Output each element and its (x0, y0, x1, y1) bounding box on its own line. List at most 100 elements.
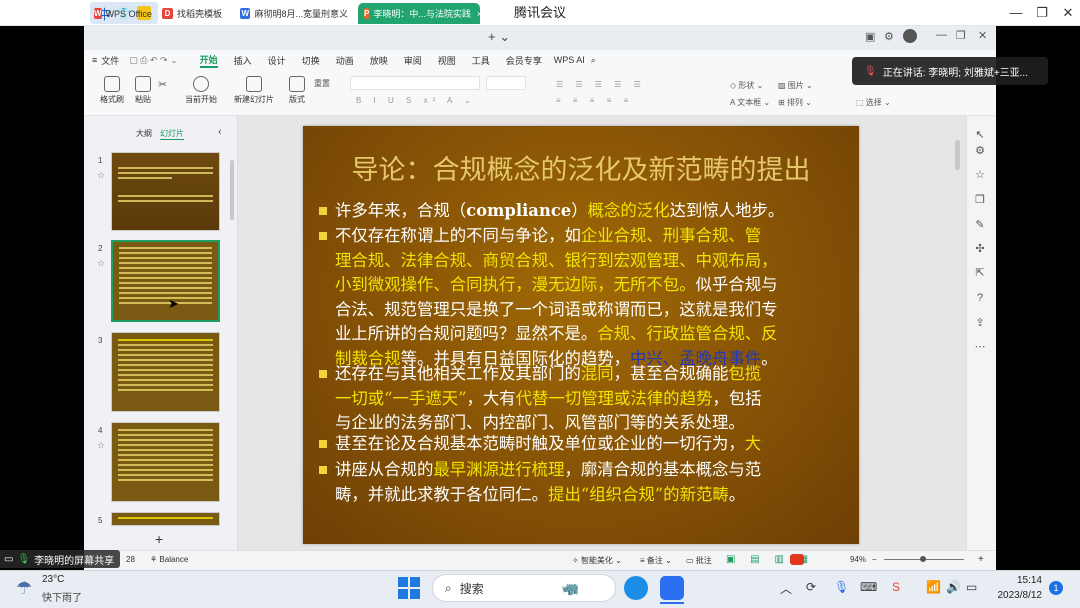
windows-start-icon[interactable] (398, 577, 420, 599)
weather-temp[interactable]: 23°C (42, 574, 64, 585)
menu-design[interactable]: 设计 (268, 54, 286, 67)
screen-icon: ▭ (4, 553, 14, 565)
tab-template[interactable]: D 找稻壳模板 (156, 3, 230, 24)
slide-thumbnail-2-active[interactable] (111, 240, 220, 322)
cursor-tool-icon[interactable]: ↖ (973, 128, 987, 142)
notes-button[interactable]: ≡ 备注 ⌄ (640, 555, 672, 566)
star-icon[interactable]: ☆ (97, 440, 105, 451)
edit-icon[interactable]: ✎ (973, 218, 987, 232)
zoom-level[interactable]: 94% (850, 555, 866, 564)
panel-scrollbar[interactable] (230, 160, 234, 220)
slide-number: 2 (98, 244, 103, 253)
clock-date[interactable]: 2023/8/12 (982, 590, 1043, 601)
zoom-slider-handle[interactable] (920, 556, 926, 562)
slide-thumbnail-5[interactable] (111, 512, 220, 526)
wifi-icon[interactable]: 📶 (926, 580, 941, 594)
new-tab-icon[interactable]: + ⌄ (488, 29, 510, 45)
paragraph-buttons[interactable]: ☰ ☰ ☰ ☰ ☰ (556, 80, 646, 89)
tab-presentation-active[interactable]: P 李晓明：中...与法院实践 × (358, 3, 480, 24)
play-from-current-button[interactable]: 当前开始 (180, 76, 222, 105)
weather-icon[interactable]: ☂ (16, 578, 32, 599)
menu-slideshow[interactable]: 放映 (370, 54, 388, 67)
reset-button[interactable]: 重置 (314, 78, 330, 89)
export-icon[interactable]: ⇱ (973, 266, 987, 280)
font-style-buttons[interactable]: B I U S x² A ⌄ (356, 96, 476, 105)
new-slide-button[interactable]: 新建幻灯片 (232, 76, 276, 105)
sliders-icon[interactable]: ⚙ (973, 144, 987, 158)
tab-outline[interactable]: 大纲 (136, 128, 152, 139)
window-minimize-icon[interactable]: — (936, 29, 947, 41)
theme-name[interactable]: ⚘ Balance (150, 555, 188, 564)
layout-icon[interactable]: ▣ (865, 30, 875, 43)
menu-review[interactable]: 审阅 (404, 54, 422, 67)
tray-wps-icon[interactable]: S (892, 580, 900, 594)
tray-app-icon[interactable]: ⟳ (806, 580, 816, 594)
menu-transition[interactable]: 切换 (302, 54, 320, 67)
taskbar-search[interactable]: ⌕ 搜索 🦏 (432, 574, 616, 602)
arrange-button[interactable]: ⊞ 排列 ⌄ (778, 97, 812, 108)
alignment-buttons[interactable]: ≡ ≡ ≡ ≡ ≡ (556, 96, 633, 105)
weather-desc[interactable]: 快下雨了 (42, 589, 82, 604)
copy-icon[interactable]: ❐ (973, 193, 987, 207)
menu-home[interactable]: 开始 (199, 53, 218, 68)
shape-button[interactable]: ◇ 形状 ⌄ (730, 80, 763, 91)
cut-icon[interactable]: ✂ (158, 78, 167, 91)
tab-word-doc[interactable]: W 麻彻明8月...宽量刑意义 (234, 3, 354, 24)
quick-access-icons[interactable]: ▢ ⎙ ↶ ↷ ⌄ (129, 55, 177, 66)
window-close-icon[interactable]: ✕ (978, 29, 987, 42)
picture-button[interactable]: ▨ 图片 ⌄ (778, 80, 813, 91)
clock-time[interactable]: 15:14 (994, 575, 1042, 586)
tencent-meeting-icon[interactable] (660, 576, 684, 600)
font-name-field[interactable] (350, 76, 480, 90)
add-slide-icon[interactable]: + (155, 531, 163, 547)
tab-slides[interactable]: 幻灯片 (160, 128, 184, 140)
star-icon[interactable]: ☆ (97, 258, 105, 269)
menu-tools[interactable]: 工具 (472, 54, 490, 67)
paste-button[interactable]: 粘贴 (126, 76, 160, 105)
avatar[interactable] (903, 29, 917, 43)
menu-animation[interactable]: 动画 (336, 54, 354, 67)
star-icon[interactable]: ☆ (97, 170, 105, 181)
animation-icon[interactable]: ✣ (973, 242, 987, 256)
close-icon[interactable]: ✕ (1054, 0, 1080, 26)
tray-expand-icon[interactable]: ︿ (780, 580, 792, 597)
menu-file[interactable]: 文件 (101, 54, 119, 67)
collapse-panel-icon[interactable]: ‹ (218, 126, 222, 138)
comments-button[interactable]: ▭ 批注 (686, 555, 712, 566)
star-tool-icon[interactable]: ☆ (973, 168, 987, 182)
slide-thumbnail-3[interactable] (111, 332, 220, 412)
tray-mic-icon[interactable]: 🎙 (834, 580, 849, 594)
zoom-in-icon[interactable]: + (978, 554, 984, 565)
zoom-out-icon[interactable]: − (872, 555, 877, 564)
menu-view[interactable]: 视图 (438, 54, 456, 67)
help-icon[interactable]: ? (973, 291, 987, 305)
slide-thumbnail-1[interactable] (111, 152, 220, 231)
play-slideshow-button[interactable] (790, 554, 804, 565)
search-icon[interactable]: ⌕ (591, 55, 596, 66)
window-restore-icon[interactable]: ❐ (956, 29, 966, 42)
maximize-icon[interactable]: ❐ (1028, 0, 1056, 26)
notification-badge[interactable]: 1 (1049, 581, 1063, 595)
menu-insert[interactable]: 插入 (234, 54, 252, 67)
layout-button[interactable]: 版式 (280, 76, 314, 105)
tray-input-icon[interactable]: ⌨ (860, 580, 877, 594)
settings-icon[interactable]: ⚙ (884, 30, 894, 43)
more-icon[interactable]: ⋯ (973, 340, 987, 354)
menu-wps-ai[interactable]: WPS AI (554, 55, 585, 65)
textbox-button[interactable]: A 文本框 ⌄ (730, 97, 770, 108)
menu-hamburger-icon[interactable]: ≡ (92, 55, 97, 65)
menu-member[interactable]: 会员专享 (506, 54, 542, 67)
tab-wps-office[interactable]: W WPS Office (88, 3, 152, 24)
share-icon[interactable]: ⇪ (973, 316, 987, 330)
smart-beautify-button[interactable]: ✧ 智能美化 ⌄ (572, 555, 622, 566)
battery-icon[interactable]: ▭ (966, 580, 977, 594)
slide-thumbnail-4[interactable] (111, 422, 220, 502)
edge-browser-icon[interactable] (624, 576, 648, 600)
minimize-icon[interactable]: — (1002, 0, 1030, 26)
canvas-scrollbar[interactable] (955, 140, 960, 170)
volume-icon[interactable]: 🔊 (946, 580, 961, 594)
select-button[interactable]: ⬚ 选择 ⌄ (856, 97, 891, 108)
format-painter-button[interactable]: 格式刷 (95, 76, 129, 105)
font-size-field[interactable] (486, 76, 526, 90)
tab-close-icon[interactable]: × (477, 9, 480, 19)
